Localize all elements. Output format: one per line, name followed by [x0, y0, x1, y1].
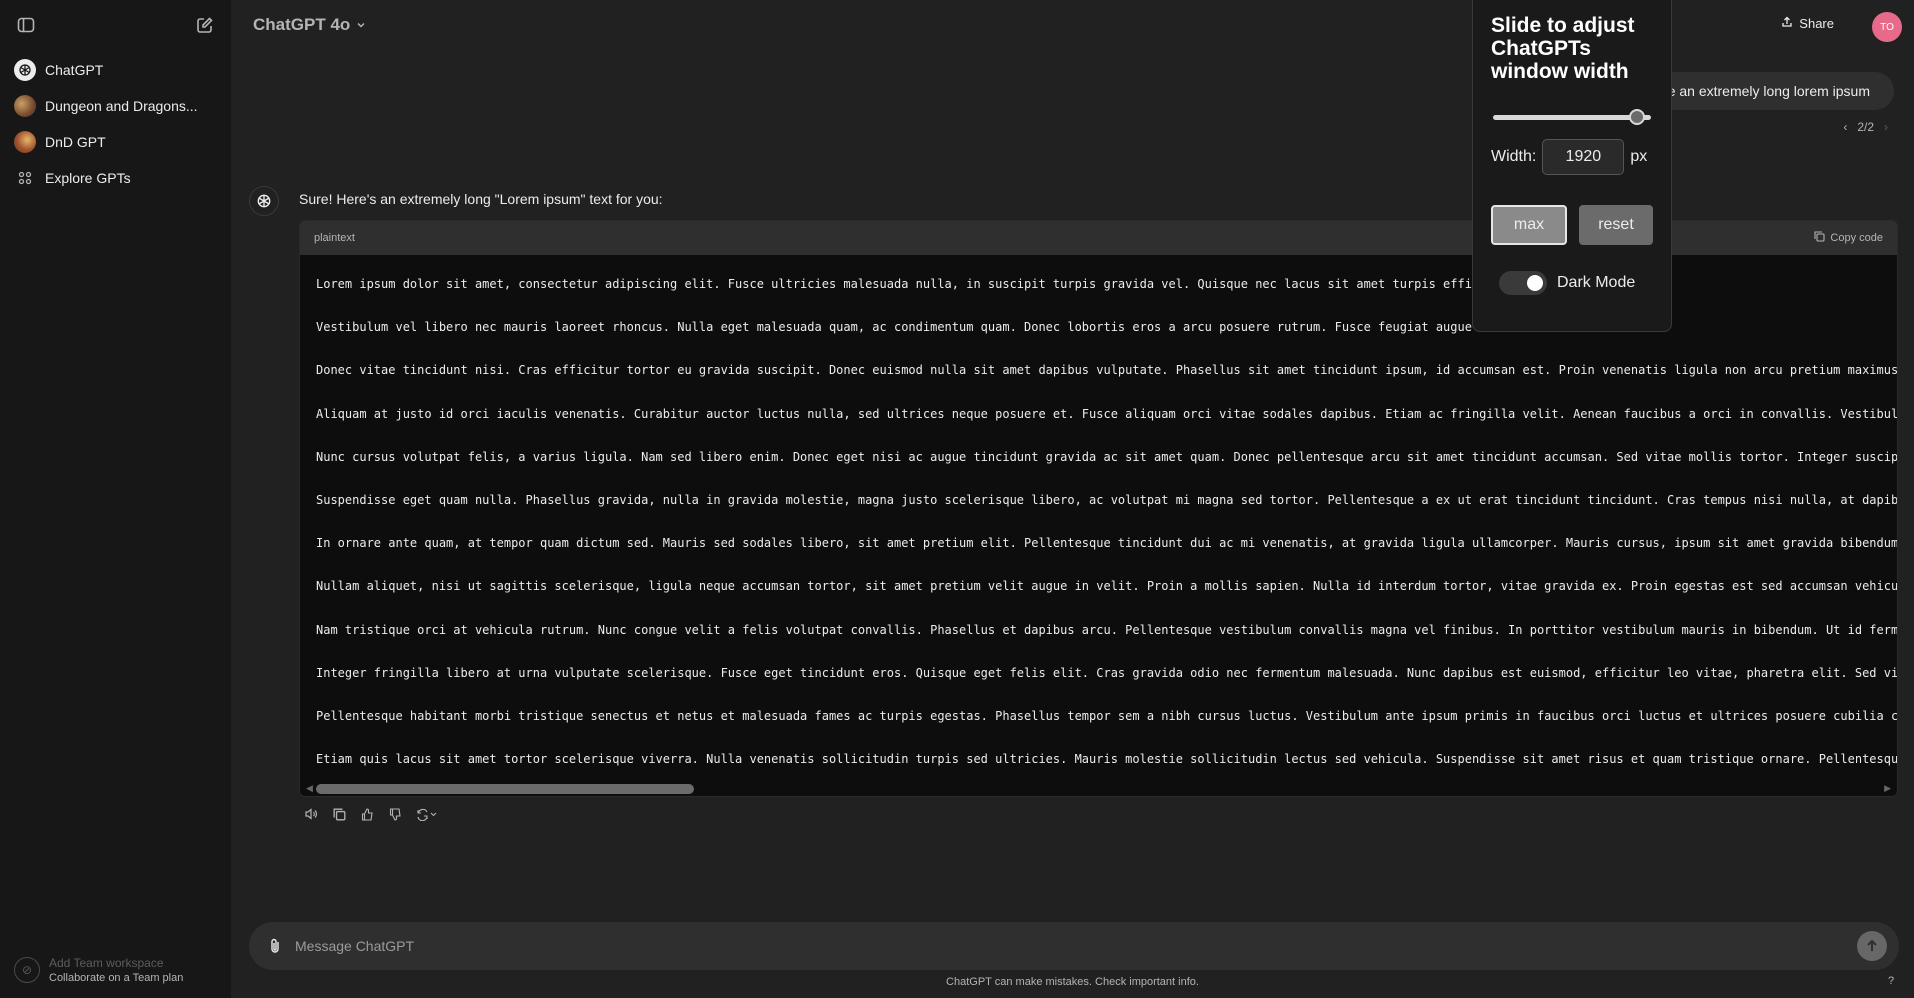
assistant-intro: Sure! Here's an extremely long "Lorem ip… — [299, 191, 663, 207]
user-message: e an extremely long lorem ipsum — [1643, 72, 1894, 110]
composer — [249, 922, 1899, 970]
copy-icon[interactable] — [329, 806, 349, 822]
pager-count: 2/2 — [1857, 120, 1874, 134]
model-name: ChatGPT 4o — [253, 15, 351, 34]
width-input[interactable] — [1542, 139, 1625, 175]
sidebar: ChatGPT Dungeon and Dragons... DnD GPT E… — [0, 0, 231, 998]
send-button[interactable] — [1857, 931, 1887, 961]
message-actions — [301, 806, 441, 822]
scroll-right-icon[interactable]: ▶ — [1884, 783, 1891, 794]
dungeon-gpt-avatar — [14, 95, 36, 117]
sidebar-item-chatgpt[interactable]: ChatGPT — [0, 52, 231, 88]
width-adjust-popup: Slide to adjust ChatGPTs window width Wi… — [1472, 0, 1672, 332]
copy-code-button[interactable]: Copy code — [1814, 231, 1883, 245]
sidebar-item-label: DnD GPT — [45, 134, 106, 150]
width-row: Width: px — [1491, 139, 1653, 175]
width-slider[interactable] — [1491, 109, 1653, 125]
sidebar-item-label: Explore GPTs — [45, 170, 131, 186]
add-team-workspace[interactable]: ⊘ Add Team workspace Collaborate on a Te… — [14, 956, 183, 984]
chatgpt-logo-icon — [14, 59, 36, 81]
code-line: Etiam quis lacus sit amet tortor sceleri… — [316, 752, 1897, 767]
sidebar-top — [0, 0, 231, 50]
code-line: Nam tristique orci at vehicula rutrum. N… — [316, 622, 1897, 637]
thumbs-up-icon[interactable] — [357, 806, 377, 822]
model-selector[interactable]: ChatGPT 4o — [253, 15, 366, 35]
sidebar-item-label: ChatGPT — [45, 62, 104, 78]
code-line: Aliquam at justo id orci iaculis venenat… — [316, 406, 1897, 421]
assistant-logo-icon — [249, 186, 279, 216]
disclaimer: ChatGPT can make mistakes. Check importa… — [946, 976, 1199, 988]
read-aloud-icon[interactable] — [301, 806, 321, 822]
dnd-gpt-avatar — [14, 131, 36, 153]
add-team-title: Add Team workspace — [49, 956, 164, 970]
popup-title: Slide to adjust ChatGPTs window width — [1491, 14, 1635, 83]
code-line: Nunc cursus volutpat felis, a varius lig… — [316, 449, 1897, 464]
attach-icon[interactable] — [265, 938, 285, 954]
share-button[interactable]: Share — [1781, 16, 1834, 31]
team-icon: ⊘ — [14, 957, 40, 983]
share-label: Share — [1799, 16, 1834, 31]
dark-mode-label: Dark Mode — [1557, 274, 1636, 291]
sidebar-toggle-icon[interactable] — [16, 15, 36, 35]
grid-icon — [14, 167, 36, 189]
code-line: Integer fringilla libero at urna vulputa… — [316, 665, 1897, 680]
toggle-knob — [1527, 275, 1543, 291]
regenerate-icon[interactable] — [413, 806, 441, 822]
code-body: Lorem ipsum dolor sit amet, consectetur … — [300, 255, 1897, 783]
new-chat-icon[interactable] — [195, 15, 215, 35]
chevron-down-icon — [356, 15, 366, 35]
width-unit: px — [1630, 148, 1648, 165]
code-line: Suspendisse eget quam nulla. Phasellus g… — [316, 492, 1897, 507]
thumbs-down-icon[interactable] — [385, 806, 405, 822]
message-input[interactable] — [295, 938, 1857, 954]
code-line: Donec vitae tincidunt nisi. Cras efficit… — [316, 363, 1897, 378]
dark-mode-row: Dark Mode — [1491, 271, 1653, 295]
dark-mode-toggle[interactable] — [1499, 271, 1547, 295]
sidebar-item-dungeon-and-dragons[interactable]: Dungeon and Dragons... — [0, 88, 231, 124]
scroll-left-icon[interactable]: ◀ — [306, 783, 313, 794]
response-pager: ‹ 2/2 › — [1843, 120, 1888, 134]
width-label: Width: — [1491, 148, 1537, 165]
add-team-subtitle: Collaborate on a Team plan — [49, 972, 184, 984]
code-line: Nullam aliquet, nisi ut sagittis sceleri… — [316, 579, 1897, 594]
share-icon — [1781, 16, 1793, 31]
scrollbar-thumb[interactable] — [316, 784, 694, 794]
code-line: Pellentesque habitant morbi tristique se… — [316, 708, 1897, 723]
copy-icon — [1814, 231, 1825, 245]
copy-code-label: Copy code — [1830, 232, 1883, 244]
max-button[interactable]: max — [1491, 205, 1567, 245]
popup-buttons: max reset — [1491, 205, 1653, 245]
chevron-right-icon[interactable]: › — [1884, 120, 1888, 134]
code-language: plaintext — [314, 232, 355, 244]
slider-thumb[interactable] — [1629, 109, 1645, 125]
help-icon[interactable]: ? — [1882, 972, 1900, 990]
user-avatar[interactable]: TO — [1872, 12, 1902, 42]
sidebar-item-dnd-gpt[interactable]: DnD GPT — [0, 124, 231, 160]
sidebar-item-label: Dungeon and Dragons... — [45, 98, 198, 114]
slider-track — [1493, 115, 1651, 120]
horizontal-scrollbar[interactable]: ◀ ▶ — [300, 780, 1897, 796]
sidebar-item-explore-gpts[interactable]: Explore GPTs — [0, 160, 231, 196]
reset-button[interactable]: reset — [1579, 205, 1653, 245]
chevron-left-icon[interactable]: ‹ — [1843, 120, 1847, 134]
code-line: In ornare ante quam, at tempor quam dict… — [316, 536, 1897, 551]
